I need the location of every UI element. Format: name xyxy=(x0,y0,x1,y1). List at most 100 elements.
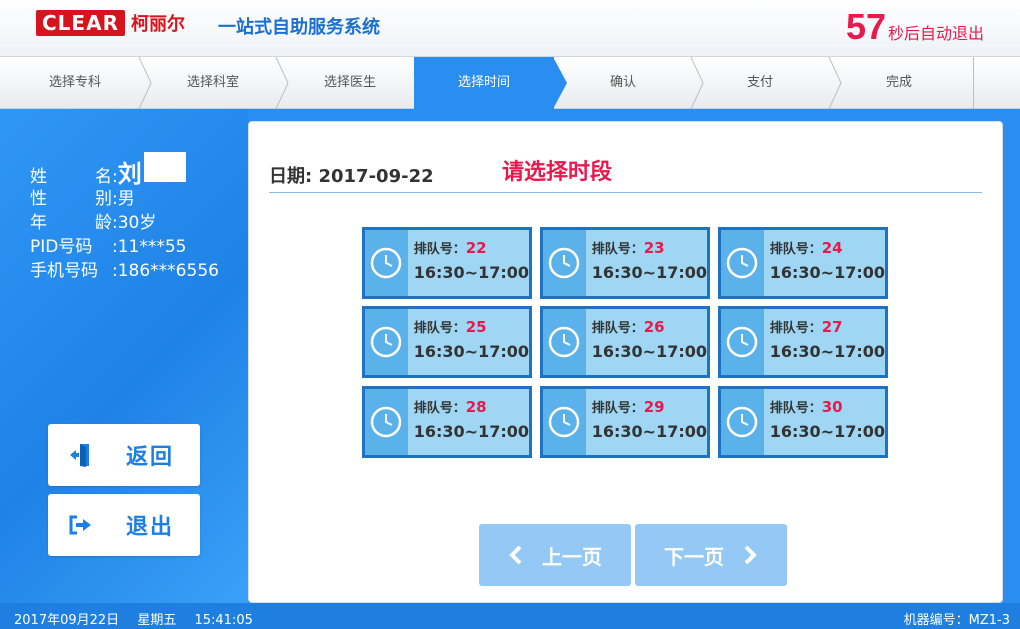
patient-age: 30岁 xyxy=(117,213,157,233)
queue-number: 29 xyxy=(643,398,665,416)
prev-page-button[interactable]: 上一页 xyxy=(479,524,631,586)
slot-body: 排队号：27 16:30~17:00 xyxy=(764,309,885,375)
time-slot[interactable]: 排队号：22 16:30~17:00 xyxy=(362,227,532,299)
gender-label: 性别 xyxy=(30,189,112,209)
slot-icon-area xyxy=(365,389,408,455)
logout-arrow-icon xyxy=(69,515,91,535)
exit-door-icon xyxy=(70,444,89,467)
slot-body: 排队号：26 16:30~17:00 xyxy=(586,309,707,375)
time-slot[interactable]: 排队号：25 16:30~17:00 xyxy=(362,306,532,378)
next-page-button[interactable]: 下一页 xyxy=(635,524,787,586)
slot-time: 16:30~17:00 xyxy=(413,342,529,361)
time-slot[interactable]: 排队号：29 16:30~17:00 xyxy=(540,386,710,458)
patient-info: 姓名 : 刘 性别 : 男 年龄 : 30岁 PID号码 : 11***55 手… xyxy=(30,152,219,281)
auto-exit-countdown: 57 秒后自动退出 xyxy=(846,6,984,48)
slot-icon-area xyxy=(721,230,764,296)
date-label: 日期: xyxy=(269,166,313,187)
slot-body: 排队号：23 16:30~17:00 xyxy=(586,230,707,296)
slot-body: 排队号：25 16:30~17:00 xyxy=(408,309,529,375)
slot-time: 16:30~17:00 xyxy=(413,263,529,282)
step-chevron-icon xyxy=(275,57,289,109)
clock-icon xyxy=(727,406,758,438)
slot-time: 16:30~17:00 xyxy=(591,342,707,361)
machine-number: 机器编号：MZ1-3 xyxy=(903,613,1010,628)
time-slot[interactable]: 排队号：24 16:30~17:00 xyxy=(718,227,888,299)
slot-queue: 排队号：29 xyxy=(592,397,707,416)
time-slot[interactable]: 排队号：27 16:30~17:00 xyxy=(718,306,888,378)
queue-number: 28 xyxy=(465,398,487,416)
time-slot[interactable]: 排队号：30 16:30~17:00 xyxy=(718,386,888,458)
queue-label: 排队号： xyxy=(591,242,644,257)
clock-icon xyxy=(549,247,580,279)
chevron-right-icon xyxy=(744,545,757,565)
queue-label: 排队号： xyxy=(591,401,644,416)
patient-pid: 11***55 xyxy=(117,237,187,257)
queue-label: 排队号： xyxy=(413,401,466,416)
step-select-department: 选择科室 xyxy=(186,75,239,90)
header: CLEAR 柯丽尔 一站式自助服务系统 57 秒后自动退出 xyxy=(0,0,1020,57)
slot-time: 16:30~17:00 xyxy=(413,422,529,441)
step-select-doctor: 选择医生 xyxy=(323,75,376,90)
exit-label: 退出 xyxy=(126,515,175,540)
patient-phone: 186***6556 xyxy=(117,261,219,281)
time-slot[interactable]: 排队号：28 16:30~17:00 xyxy=(362,386,532,458)
logo-cn: 柯丽尔 xyxy=(130,14,185,35)
clock-icon xyxy=(549,406,580,438)
slot-queue: 排队号：24 xyxy=(770,238,885,257)
age-label: 年龄 xyxy=(30,213,112,233)
panel-divider xyxy=(269,192,982,193)
brand-logo: CLEAR 柯丽尔 xyxy=(36,10,185,36)
time-slot[interactable]: 排队号：26 16:30~17:00 xyxy=(540,306,710,378)
slot-queue: 排队号：28 xyxy=(414,397,529,416)
slot-queue: 排队号：23 xyxy=(592,238,707,257)
slot-icon-area xyxy=(721,389,764,455)
slot-icon-area xyxy=(365,230,408,296)
queue-label: 排队号： xyxy=(769,321,822,336)
phone-label: 手机号码 xyxy=(30,261,98,281)
step-divider xyxy=(973,57,974,109)
slot-body: 排队号：30 16:30~17:00 xyxy=(764,389,885,455)
slot-time: 16:30~17:00 xyxy=(769,342,885,361)
slot-body: 排队号：22 16:30~17:00 xyxy=(408,230,529,296)
step-chevron-icon xyxy=(553,57,567,109)
logo-en: CLEAR xyxy=(36,10,125,36)
queue-label: 排队号： xyxy=(591,321,644,336)
footer-weekday: 星期五 xyxy=(137,613,177,628)
queue-label: 排队号： xyxy=(413,321,466,336)
patient-gender-row: 性别 : 男 xyxy=(30,184,219,209)
clock-icon xyxy=(371,247,402,279)
back-button[interactable]: 返回 xyxy=(48,424,200,486)
clock-icon xyxy=(727,326,758,358)
exit-button[interactable]: 退出 xyxy=(48,494,200,556)
next-page-label: 下一页 xyxy=(664,544,724,569)
clock-icon xyxy=(727,247,758,279)
back-label: 返回 xyxy=(126,445,175,470)
footer-datetime: 2017年09月22日 星期五 15:41:05 xyxy=(14,609,267,628)
slot-body: 排队号：29 16:30~17:00 xyxy=(586,389,707,455)
patient-gender: 男 xyxy=(117,189,135,209)
slot-time: 16:30~17:00 xyxy=(769,263,885,282)
queue-label: 排队号： xyxy=(769,401,822,416)
prev-page-label: 上一页 xyxy=(542,544,602,569)
queue-label: 排队号： xyxy=(413,242,466,257)
clock-icon xyxy=(549,326,580,358)
countdown-number: 57 xyxy=(845,6,886,47)
pid-label: PID号码 xyxy=(30,237,93,257)
slot-icon-area xyxy=(543,389,586,455)
step-chevron-icon xyxy=(690,57,704,109)
clock-icon xyxy=(371,406,402,438)
slot-icon-area xyxy=(365,309,408,375)
step-chevron-icon xyxy=(828,57,842,109)
queue-number: 25 xyxy=(465,318,487,336)
queue-number: 27 xyxy=(821,318,843,336)
footer-time: 15:41:05 xyxy=(194,613,253,628)
queue-number: 22 xyxy=(465,239,487,257)
date-value: 2017-09-22 xyxy=(318,166,434,187)
queue-number: 26 xyxy=(643,318,665,336)
slot-icon-area xyxy=(543,309,586,375)
queue-number: 24 xyxy=(821,239,843,257)
step-select-specialty: 选择专科 xyxy=(48,75,101,90)
patient-age-row: 年龄 : 30岁 xyxy=(30,208,219,233)
time-slot[interactable]: 排队号：23 16:30~17:00 xyxy=(540,227,710,299)
slot-queue: 排队号：26 xyxy=(592,317,707,336)
